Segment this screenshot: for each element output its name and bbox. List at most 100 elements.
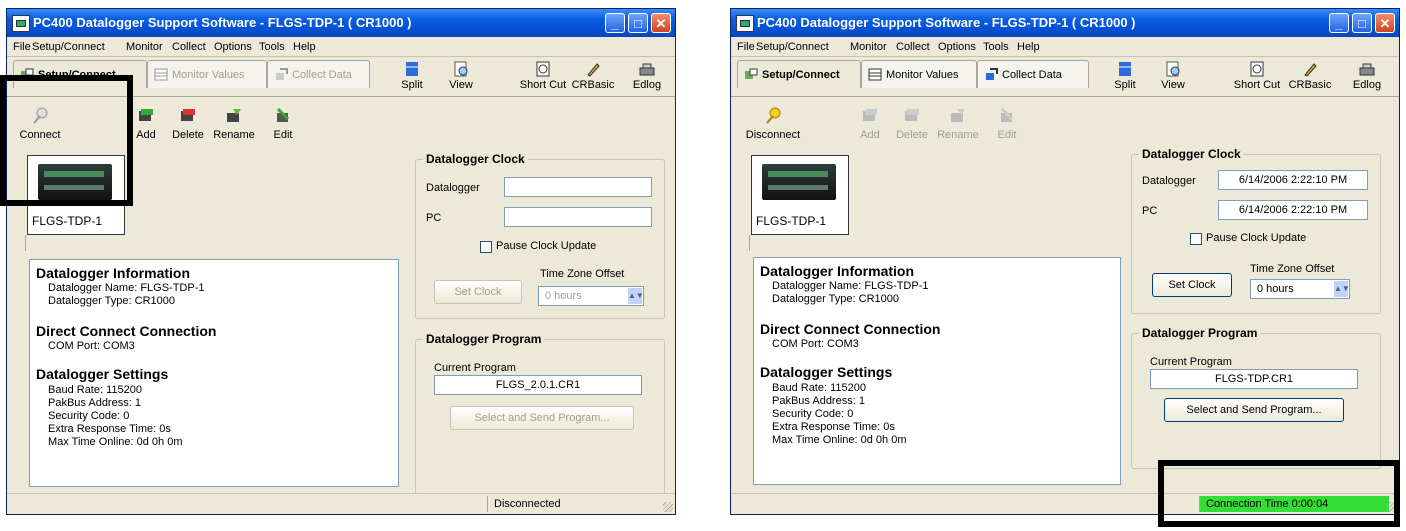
current-program-label: Current Program xyxy=(1150,356,1232,368)
tool-split[interactable]: Split xyxy=(388,61,436,97)
edit-button[interactable]: Edit xyxy=(984,107,1030,141)
info-heading: Direct Connect Connection xyxy=(36,323,217,339)
menu-file[interactable]: File xyxy=(737,41,755,53)
current-program-field: FLGS-TDP.CR1 xyxy=(1150,369,1358,389)
datalogger-time-field[interactable]: 6/14/2006 2:22:10 PM xyxy=(1218,170,1368,190)
delete-button[interactable]: Delete xyxy=(165,107,211,141)
edit-button[interactable]: Edit xyxy=(260,107,306,141)
set-clock-button[interactable]: Set Clock xyxy=(1152,273,1232,297)
tab-setup-connect[interactable]: Setup/Connect xyxy=(737,60,861,88)
tool-label: Edlog xyxy=(1352,79,1382,91)
pc-time-label: PC xyxy=(426,212,442,224)
info-line: Datalogger Type: CR1000 xyxy=(48,295,175,307)
rename-icon xyxy=(951,109,965,122)
tool-edlog[interactable]: Edlog xyxy=(623,61,671,97)
info-line: COM Port: COM3 xyxy=(48,340,135,352)
menu-collect[interactable]: Collect xyxy=(896,41,930,53)
tool-short-cut[interactable]: Short Cut xyxy=(1227,61,1287,97)
device-label: FLGS-TDP-1 xyxy=(32,214,103,228)
disconnect-button[interactable]: Disconnect xyxy=(745,107,801,141)
rename-button[interactable]: Rename xyxy=(211,107,257,141)
menu-setup-connect[interactable]: Setup/Connect xyxy=(756,41,829,53)
pc-time-field[interactable] xyxy=(504,207,652,227)
menu-setup-connect[interactable]: Setup/Connect xyxy=(32,41,105,53)
app-icon xyxy=(736,15,754,32)
spinner-arrows-icon[interactable]: ▲▼ xyxy=(1334,281,1350,297)
minimize-button[interactable]: _ xyxy=(1329,13,1349,33)
menu-options[interactable]: Options xyxy=(214,41,252,53)
add-button[interactable]: Add xyxy=(847,107,893,141)
tool-label: CRBasic xyxy=(571,79,615,91)
split-icon xyxy=(1119,62,1131,76)
maximize-button[interactable]: □ xyxy=(1352,13,1372,33)
device-tile[interactable]: FLGS-TDP-1 xyxy=(751,155,849,235)
menu-help[interactable]: Help xyxy=(1017,41,1040,53)
tool-label: Short Cut xyxy=(1233,79,1281,91)
tz-offset-spinner[interactable]: 0 hours ▲▼ xyxy=(1250,279,1350,299)
tz-offset-label: Time Zone Offset xyxy=(540,268,625,280)
tool-label: Split xyxy=(401,79,423,91)
info-line: Max Time Online: 0d 0h 0m xyxy=(772,434,907,446)
pc-time-field[interactable]: 6/14/2006 2:22:10 PM xyxy=(1218,200,1368,220)
action-label: Edit xyxy=(997,129,1017,141)
resize-grip[interactable] xyxy=(663,502,673,512)
datalogger-time-field[interactable] xyxy=(504,177,652,197)
menu-help[interactable]: Help xyxy=(293,41,316,53)
menu-file[interactable]: File xyxy=(13,41,31,53)
tab-collect-data[interactable]: Collect Data xyxy=(267,60,370,88)
pause-clock-checkbox[interactable] xyxy=(480,241,492,253)
info-line: Extra Response Time: 0s xyxy=(48,423,171,435)
menu-monitor[interactable]: Monitor xyxy=(850,41,887,53)
tool-edlog[interactable]: Edlog xyxy=(1343,61,1391,97)
datalogger-program-group: Datalogger Program Current Program FLGS_… xyxy=(415,332,665,495)
tool-split[interactable]: Split xyxy=(1101,61,1149,97)
datalogger-clock-group: Datalogger Clock Datalogger PC Pause Clo… xyxy=(415,152,665,319)
menu-collect[interactable]: Collect xyxy=(172,41,206,53)
tab-monitor-values[interactable]: Monitor Values xyxy=(147,60,267,88)
menu-options[interactable]: Options xyxy=(938,41,976,53)
tool-crbasic[interactable]: CRBasic xyxy=(569,61,617,97)
short-cut-icon xyxy=(536,61,550,77)
tool-label: Split xyxy=(1114,79,1136,91)
action-label: Edit xyxy=(273,129,293,141)
maximize-button[interactable]: □ xyxy=(628,13,648,33)
edit-icon xyxy=(1000,107,1014,122)
tool-crbasic[interactable]: CRBasic xyxy=(1286,61,1334,97)
tool-short-cut[interactable]: Short Cut xyxy=(513,61,573,97)
menu-monitor[interactable]: Monitor xyxy=(126,41,163,53)
tz-offset-spinner[interactable]: 0 hours ▲▼ xyxy=(538,286,644,306)
info-line: Datalogger Name: FLGS-TDP-1 xyxy=(48,282,205,294)
title-bar[interactable]: PC400 Datalogger Support Software - FLGS… xyxy=(731,9,1399,37)
tab-monitor-values[interactable]: Monitor Values xyxy=(861,60,977,88)
delete-button[interactable]: Delete xyxy=(889,107,935,141)
tab-label: Monitor Values xyxy=(172,69,245,81)
connection-status: Disconnected xyxy=(487,496,671,512)
select-send-program-button[interactable]: Select and Send Program... xyxy=(450,406,634,430)
action-label: Delete xyxy=(896,129,928,141)
datalogger-info-box: Datalogger Information Datalogger Name: … xyxy=(753,257,1121,485)
select-send-program-button[interactable]: Select and Send Program... xyxy=(1164,398,1344,422)
minimize-button[interactable]: _ xyxy=(605,13,625,33)
monitor-values-icon xyxy=(868,68,882,81)
pause-clock-checkbox[interactable] xyxy=(1190,233,1202,245)
menu-bar: File Setup/Connect Monitor Collect Optio… xyxy=(7,38,675,57)
tool-view[interactable]: View xyxy=(1149,61,1197,97)
clock-group-title: Datalogger Clock xyxy=(1139,147,1244,161)
action-label: Disconnect xyxy=(745,129,801,141)
action-label: Delete xyxy=(172,129,204,141)
view-icon xyxy=(1166,61,1180,77)
tool-label: CRBasic xyxy=(1288,79,1332,91)
spinner-arrows-icon[interactable]: ▲▼ xyxy=(628,288,644,304)
close-button[interactable]: ✕ xyxy=(651,13,671,33)
title-bar[interactable]: PC400 Datalogger Support Software - FLGS… xyxy=(7,9,675,37)
menu-tools[interactable]: Tools xyxy=(259,41,285,53)
menu-tools[interactable]: Tools xyxy=(983,41,1009,53)
tool-label: Edlog xyxy=(632,79,662,91)
tab-collect-data[interactable]: Collect Data xyxy=(977,60,1089,88)
info-heading: Datalogger Settings xyxy=(760,364,893,380)
rename-button[interactable]: Rename xyxy=(935,107,981,141)
set-clock-button[interactable]: Set Clock xyxy=(434,280,522,304)
close-button[interactable]: ✕ xyxy=(1375,13,1395,33)
tool-view[interactable]: View xyxy=(437,61,485,97)
tool-label: Short Cut xyxy=(519,79,567,91)
